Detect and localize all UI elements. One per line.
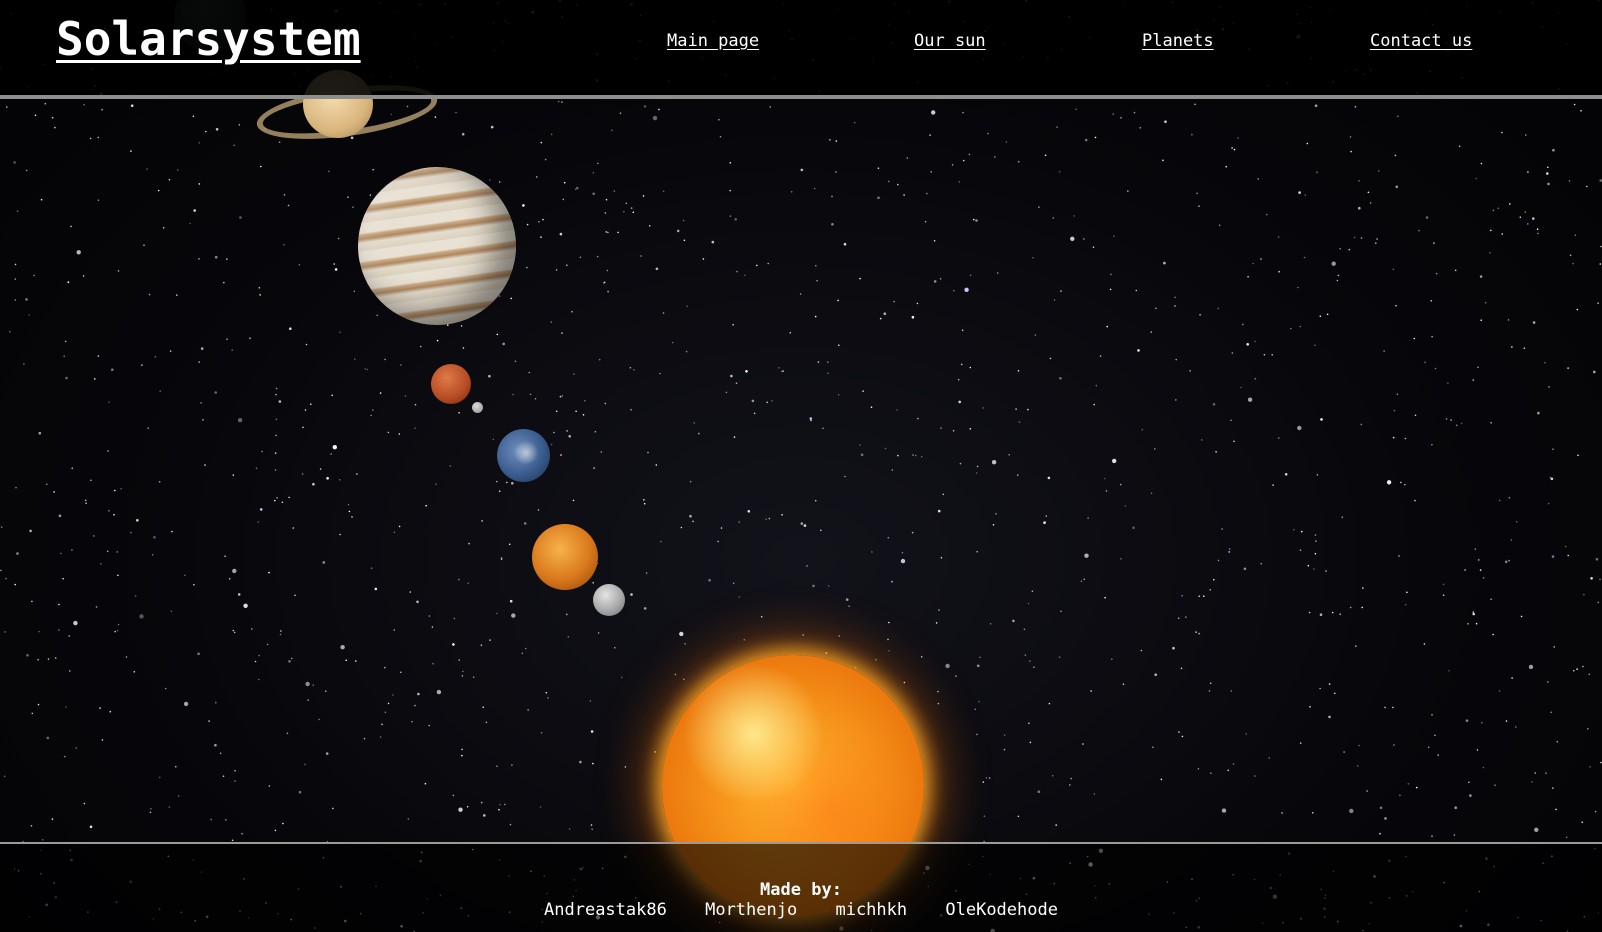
site-title-link[interactable]: Solarsystem <box>56 12 361 66</box>
earth-image <box>497 429 550 482</box>
mercury-image <box>593 584 625 616</box>
moon-image <box>472 402 483 413</box>
page: Solarsystem Main page Our sun Planets Co… <box>0 0 1602 932</box>
authors-list: Andreastak86 Morthenjo michhkh OleKodeho… <box>0 900 1602 920</box>
made-by-label: Made by: <box>760 880 842 900</box>
nav-our-sun-link[interactable]: Our sun <box>914 31 986 51</box>
author-name: michhkh <box>835 900 908 920</box>
header-divider <box>0 95 1602 99</box>
jupiter-image <box>358 167 516 325</box>
nav-contact-us-link[interactable]: Contact us <box>1370 31 1472 51</box>
mars-image <box>431 364 471 404</box>
author-name: Morthenjo <box>705 900 798 920</box>
footer-divider <box>0 842 1602 844</box>
site-header: Solarsystem Main page Our sun Planets Co… <box>0 0 1602 95</box>
venus-image <box>532 524 598 590</box>
nav-planets-link[interactable]: Planets <box>1142 31 1214 51</box>
author-name: OleKodehode <box>945 900 1058 920</box>
nav-main-page-link[interactable]: Main page <box>667 31 759 51</box>
author-name: Andreastak86 <box>544 900 667 920</box>
